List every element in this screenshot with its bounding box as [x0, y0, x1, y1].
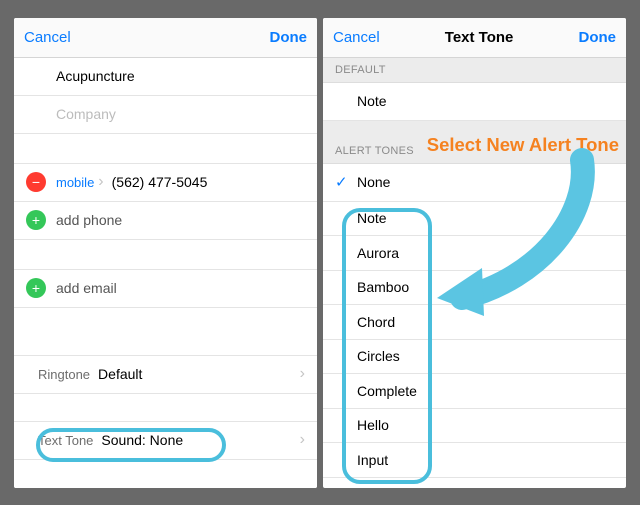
done-button[interactable]: Done — [270, 29, 308, 46]
text-tone-label: Text Tone — [38, 433, 93, 448]
tone-row[interactable]: Circles — [323, 340, 626, 375]
text-tone-picker-screen: Cancel Text Tone Done DEFAULT Note ALERT… — [323, 18, 626, 488]
navbar-title: Text Tone — [380, 29, 579, 46]
tone-label: Circles — [357, 348, 400, 364]
tone-row[interactable]: Aurora — [323, 236, 626, 271]
tone-row[interactable]: Bamboo — [323, 271, 626, 306]
text-tone-row[interactable]: Text Tone Sound: None › — [14, 422, 317, 460]
navbar: Cancel Text Tone Done — [323, 18, 626, 58]
tone-row[interactable]: Note — [323, 202, 626, 237]
tone-row[interactable]: Complete — [323, 374, 626, 409]
tone-label: Input — [357, 452, 388, 468]
spacer — [14, 460, 317, 488]
default-tone-label: Note — [357, 93, 387, 109]
callout-text: Select New Alert Tone — [404, 134, 619, 156]
tone-label: Complete — [357, 383, 417, 399]
chevron-right-icon: › — [300, 431, 305, 449]
ringtone-label: Ringtone — [38, 367, 90, 382]
plus-icon: + — [26, 278, 46, 298]
tone-label: Chord — [357, 314, 395, 330]
cancel-button[interactable]: Cancel — [333, 29, 380, 46]
add-email-label: add email — [56, 280, 117, 296]
spacer — [14, 308, 317, 356]
spacer — [14, 134, 317, 164]
spacer — [14, 240, 317, 270]
company-placeholder: Company — [56, 106, 116, 122]
default-tone-row[interactable]: Note — [323, 83, 626, 121]
company-name-row[interactable]: Acupuncture — [14, 58, 317, 96]
company-name-value: Acupuncture — [56, 68, 135, 84]
remove-icon[interactable]: − — [26, 172, 46, 192]
plus-icon: + — [26, 210, 46, 230]
navbar: Cancel Done — [14, 18, 317, 58]
ringtone-row[interactable]: Ringtone Default › — [14, 356, 317, 394]
contact-edit-screen: Cancel Done Acupuncture Company − mobile… — [14, 18, 317, 488]
tone-label: Hello — [357, 417, 389, 433]
phone-value[interactable]: (562) 477-5045 — [112, 174, 208, 190]
company-field-row[interactable]: Company — [14, 96, 317, 134]
tone-row[interactable]: Input — [323, 443, 626, 478]
check-icon: ✓ — [335, 173, 357, 191]
text-tone-value: Sound: None — [101, 432, 183, 448]
chevron-right-icon: › — [98, 173, 103, 191]
spacer — [14, 394, 317, 422]
tone-label: Note — [357, 210, 387, 226]
add-phone-label: add phone — [56, 212, 122, 228]
tone-label: Aurora — [357, 245, 399, 261]
chevron-right-icon: › — [300, 365, 305, 383]
phone-row[interactable]: − mobile › (562) 477-5045 — [14, 164, 317, 202]
tone-row[interactable]: Chord — [323, 305, 626, 340]
section-header-default: DEFAULT — [323, 58, 626, 83]
tone-label: None — [357, 174, 390, 190]
cancel-button[interactable]: Cancel — [24, 29, 71, 46]
tone-row-none[interactable]: ✓ None — [323, 164, 626, 202]
tone-label: Bamboo — [357, 279, 409, 295]
done-button[interactable]: Done — [579, 29, 617, 46]
tone-row[interactable]: Hello — [323, 409, 626, 444]
ringtone-value: Default — [98, 366, 142, 382]
phone-label[interactable]: mobile — [56, 175, 94, 190]
tone-list: Note Aurora Bamboo Chord Circles Complete Hell… — [323, 202, 626, 478]
add-phone-row[interactable]: + add phone — [14, 202, 317, 240]
add-email-row[interactable]: + add email — [14, 270, 317, 308]
